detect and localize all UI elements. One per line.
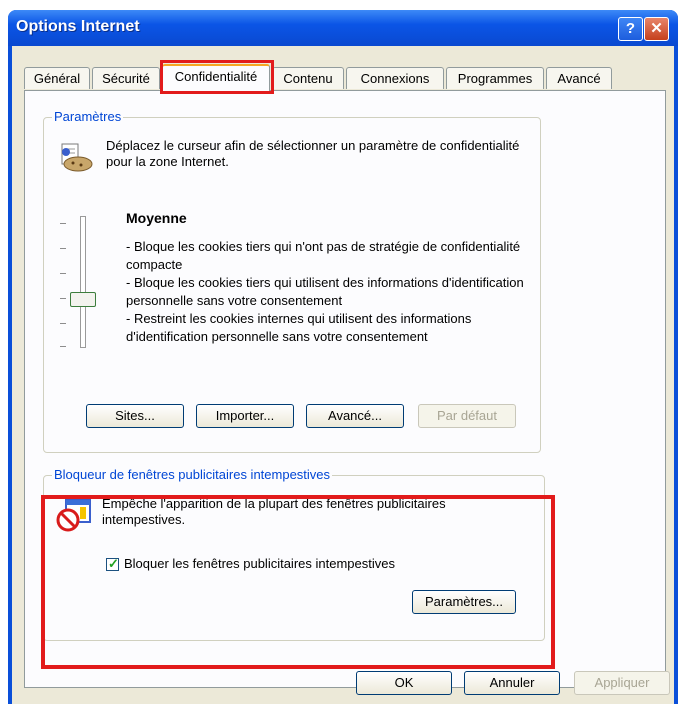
slider-thumb[interactable] (70, 292, 96, 307)
privacy-level-details: - Bloque les cookies tiers qui n'ont pas… (126, 238, 536, 346)
tab-connections[interactable]: Connexions (346, 67, 444, 89)
import-button[interactable]: Importer... (196, 404, 294, 428)
settings-description: Déplacez le curseur afin de sélectionner… (106, 138, 520, 169)
help-icon[interactable]: ? (618, 17, 643, 41)
dialog-client-area: Général Sécurité Confidentialité Contenu… (12, 46, 674, 704)
popup-blocker-highlight (41, 495, 555, 669)
tab-security[interactable]: Sécurité (92, 67, 160, 89)
tab-content[interactable]: Contenu (272, 67, 344, 89)
slider-tick (60, 248, 66, 249)
privacy-bullet: - Bloque les cookies tiers qui n'ont pas… (126, 239, 521, 272)
privacy-level: Moyenne (126, 210, 187, 226)
privacy-bullet: - Bloque les cookies tiers qui utilisent… (126, 275, 524, 308)
slider-tick (60, 223, 66, 224)
apply-button[interactable]: Appliquer (574, 671, 670, 695)
tab-general[interactable]: Général (24, 67, 90, 89)
cancel-button[interactable]: Annuler (464, 671, 560, 695)
advanced-button[interactable]: Avancé... (306, 404, 404, 428)
privacy-cookie-icon (61, 143, 93, 172)
close-icon[interactable]: ✕ (644, 17, 669, 41)
slider-tick (60, 298, 66, 299)
slider-track[interactable] (80, 216, 86, 348)
popup-blocker-legend: Bloqueur de fenêtres publicitaires intem… (52, 467, 333, 482)
window-title: Options Internet (16, 18, 140, 35)
internet-options-window: Options Internet ? ✕ Général Sécurité Co… (8, 10, 678, 704)
active-tab-highlight (160, 60, 274, 94)
privacy-tab-page: Paramètres Déplacez le curseur afin de s… (24, 90, 666, 688)
settings-group: Paramètres Déplacez le curseur afin de s… (43, 109, 541, 453)
tab-programs[interactable]: Programmes (446, 67, 544, 89)
sites-button[interactable]: Sites... (86, 404, 184, 428)
privacy-bullet: - Restreint les cookies internes qui uti… (126, 311, 472, 344)
slider-tick (60, 346, 66, 347)
slider-tick (60, 323, 66, 324)
ok-button[interactable]: OK (356, 671, 452, 695)
slider-tick (60, 273, 66, 274)
title-bar[interactable]: Options Internet ? ✕ (8, 10, 678, 46)
tab-advanced[interactable]: Avancé (546, 67, 612, 89)
settings-group-legend: Paramètres (52, 109, 124, 124)
default-button[interactable]: Par défaut (418, 404, 516, 428)
